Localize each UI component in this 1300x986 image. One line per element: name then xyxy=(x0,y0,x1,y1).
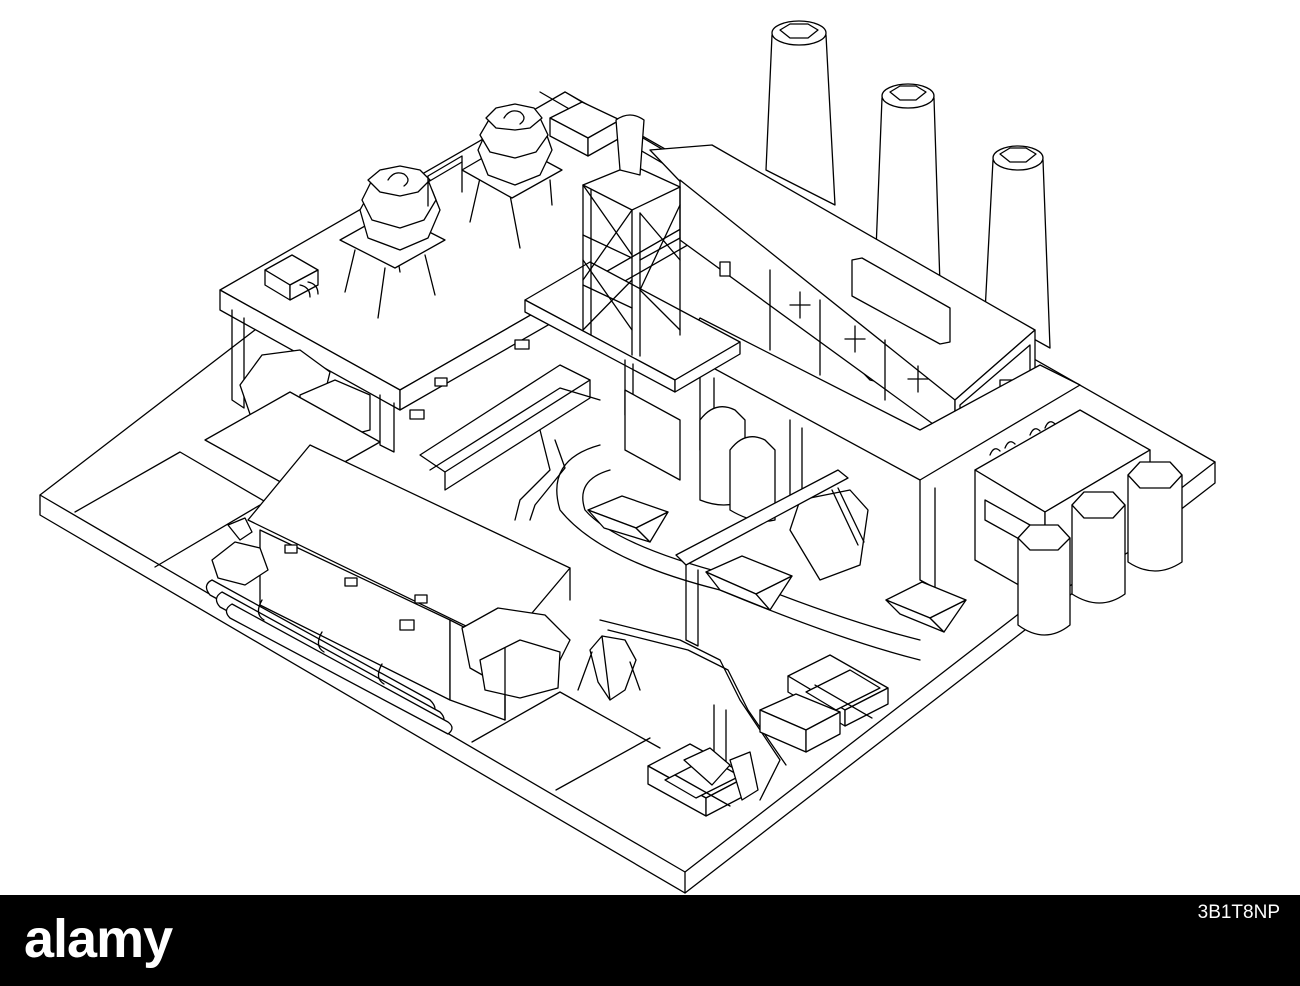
watermark-footer: alamy 3B1T8NP xyxy=(0,895,1300,986)
silo-1 xyxy=(1017,524,1071,636)
image-id-label: 3B1T8NP xyxy=(1197,902,1280,923)
smokestack-1 xyxy=(765,20,836,206)
silo-3 xyxy=(1127,461,1183,572)
silo-2 xyxy=(1071,491,1126,604)
factory-illustration xyxy=(0,0,1300,895)
brand-logo: alamy xyxy=(24,909,173,969)
